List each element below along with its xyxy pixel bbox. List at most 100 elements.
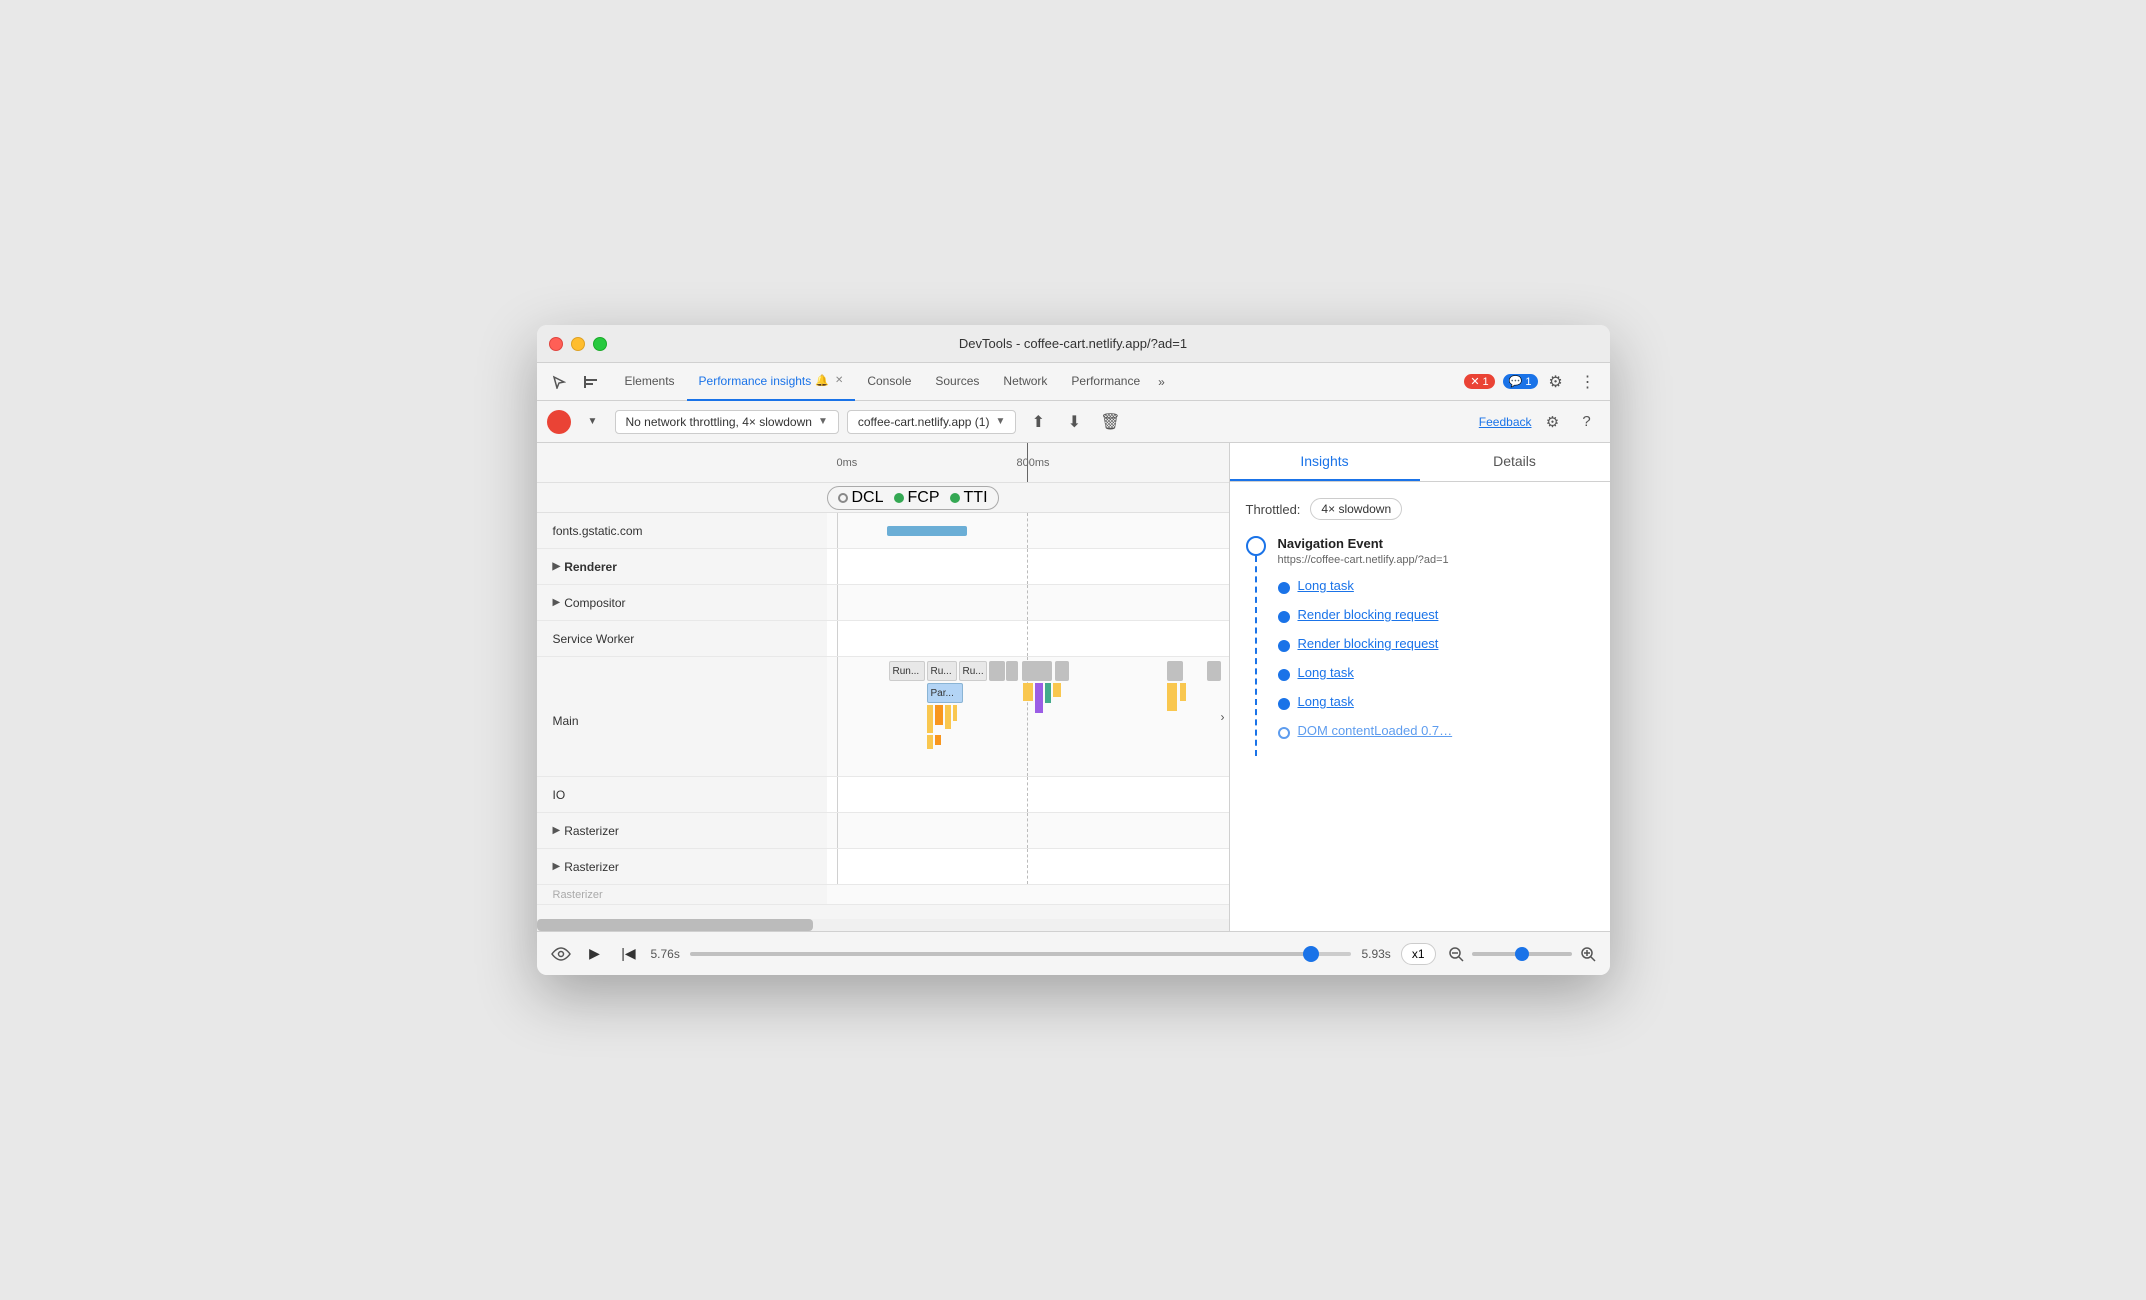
flame-right-1: [1167, 683, 1177, 711]
renderer-expand[interactable]: ▶: [553, 561, 561, 572]
vline-r2: [837, 849, 838, 884]
track-content-rasterizer-1[interactable]: [827, 813, 1229, 848]
tab-elements[interactable]: Elements: [613, 363, 687, 401]
gray-mid-1[interactable]: [1022, 661, 1052, 681]
minimize-button[interactable]: [571, 337, 585, 351]
insight-item-1: Render blocking request: [1278, 607, 1594, 626]
tab-bar: Elements Performance insights 🔔 ✕ Consol…: [537, 363, 1610, 401]
bottom-bar: ▶ |◀ 5.76s 5.93s x1: [537, 931, 1610, 975]
rasterizer-1-expand[interactable]: ▶: [553, 825, 561, 836]
tab-sources[interactable]: Sources: [923, 363, 991, 401]
run-bar-2[interactable]: Ru...: [927, 661, 957, 681]
run-bar-1[interactable]: Run...: [889, 661, 925, 681]
gray-right-2[interactable]: [1207, 661, 1221, 681]
zoom-in-icon[interactable]: [1578, 944, 1598, 964]
flame-4: [953, 705, 957, 721]
render-blocking-link-1[interactable]: Render blocking request: [1298, 607, 1439, 622]
tab-console[interactable]: Console: [855, 363, 923, 401]
dot-4: [1278, 698, 1290, 710]
zoom-controls: [1446, 944, 1598, 964]
insight-item-0: Long task: [1278, 578, 1594, 597]
scrollbar-thumb[interactable]: [537, 919, 814, 931]
info-badge[interactable]: 💬1: [1503, 374, 1538, 389]
more-tabs-button[interactable]: »: [1152, 375, 1171, 389]
flame-green: [1045, 683, 1051, 703]
gray-mid-2[interactable]: [1055, 661, 1069, 681]
delete-icon[interactable]: 🗑: [1096, 408, 1124, 436]
rasterizer-2-expand[interactable]: ▶: [553, 861, 561, 872]
gear-icon[interactable]: ⚙: [1540, 409, 1566, 435]
long-task-link-2[interactable]: Long task: [1298, 665, 1354, 680]
skip-to-start-button[interactable]: |◀: [617, 942, 641, 966]
tti-dot: [950, 493, 960, 503]
speed-badge[interactable]: x1: [1401, 943, 1436, 965]
parse-bar[interactable]: Par...: [927, 683, 963, 703]
tab-performance[interactable]: Performance: [1059, 363, 1152, 401]
tab-bar-right: ✕1 💬1 ⚙ ⋮: [1460, 368, 1601, 396]
flame-5: [927, 735, 933, 749]
more-options-icon[interactable]: ⋮: [1574, 368, 1602, 396]
track-label-compositor: ▶ Compositor: [537, 585, 827, 620]
cursor-icon[interactable]: [545, 368, 573, 396]
tab-bar-icons: [545, 368, 605, 396]
gray-bar-1[interactable]: [989, 661, 1005, 681]
dom-content-link[interactable]: DOM contentLoaded 0.7…: [1298, 723, 1453, 738]
long-task-link-1[interactable]: Long task: [1298, 578, 1354, 593]
toolbar: ▼ No network throttling, 4× slowdown ▼ c…: [537, 401, 1610, 443]
gray-bar-2[interactable]: [1006, 661, 1018, 681]
tab-network[interactable]: Network: [991, 363, 1059, 401]
eye-icon[interactable]: [549, 942, 573, 966]
render-blocking-link-2[interactable]: Render blocking request: [1298, 636, 1439, 651]
window-title: DevTools - coffee-cart.netlify.app/?ad=1: [959, 336, 1187, 351]
tab-close-icon[interactable]: ✕: [835, 375, 843, 386]
playhead-slider[interactable]: [690, 952, 1352, 956]
close-button[interactable]: [549, 337, 563, 351]
vline-dcl-io: [1027, 777, 1028, 812]
vline-dcl: [1027, 513, 1028, 548]
zoom-out-icon[interactable]: [1446, 944, 1466, 964]
track-content-fonts[interactable]: [827, 513, 1229, 548]
track-content-main[interactable]: Run... Ru... Ru... Par...: [827, 657, 1229, 776]
settings-icon[interactable]: ⚙: [1542, 368, 1570, 396]
track-content-compositor[interactable]: [827, 585, 1229, 620]
insight-item-2: Render blocking request: [1278, 636, 1594, 655]
time-markers: 0ms 800ms 1,600ms: [827, 443, 1229, 482]
track-content-renderer[interactable]: [827, 549, 1229, 584]
track-expand-right[interactable]: ›: [1221, 710, 1225, 724]
track-label-renderer: ▶ Renderer: [537, 549, 827, 584]
flame-6: [935, 735, 941, 745]
time-end: 5.93s: [1361, 947, 1390, 961]
error-badge[interactable]: ✕1: [1464, 374, 1494, 389]
tab-insights[interactable]: Insights: [1230, 443, 1420, 481]
throttle-dropdown[interactable]: No network throttling, 4× slowdown ▼: [615, 410, 839, 434]
track-content-io[interactable]: [827, 777, 1229, 812]
vline-io: [837, 777, 838, 812]
run-bar-3[interactable]: Ru...: [959, 661, 987, 681]
download-icon[interactable]: ⬇: [1060, 408, 1088, 436]
tab-details[interactable]: Details: [1420, 443, 1610, 481]
play-button[interactable]: ▶: [583, 942, 607, 966]
feedback-link[interactable]: Feedback: [1479, 415, 1532, 429]
track-content-rasterizer-2[interactable]: [827, 849, 1229, 884]
target-dropdown[interactable]: coffee-cart.netlify.app (1) ▼: [847, 410, 1017, 434]
record-button[interactable]: [547, 410, 571, 434]
insight-item-3: Long task: [1278, 665, 1594, 684]
throttle-badge[interactable]: 4× slowdown: [1310, 498, 1402, 520]
legend-items: DCL FCP TTI: [827, 486, 999, 510]
fullscreen-button[interactable]: [593, 337, 607, 351]
tracks-area[interactable]: fonts.gstatic.com ▶ Renderer: [537, 513, 1229, 917]
compositor-expand[interactable]: ▶: [553, 597, 561, 608]
zoom-slider[interactable]: [1472, 952, 1572, 956]
inspect-icon[interactable]: [577, 368, 605, 396]
flame-mid-2: [1053, 683, 1061, 697]
track-content-service-worker[interactable]: [827, 621, 1229, 656]
tab-performance-insights[interactable]: Performance insights 🔔 ✕: [687, 363, 856, 401]
horizontal-scrollbar[interactable]: [537, 919, 1229, 931]
help-icon[interactable]: ?: [1574, 409, 1600, 435]
long-task-link-3[interactable]: Long task: [1298, 694, 1354, 709]
gray-right-1[interactable]: [1167, 661, 1183, 681]
record-dropdown-arrow[interactable]: ▼: [579, 408, 607, 436]
track-content-rasterizer-3[interactable]: [827, 885, 1229, 904]
upload-icon[interactable]: ⬆: [1024, 408, 1052, 436]
insights-content[interactable]: Throttled: 4× slowdown Navigation Event …: [1230, 482, 1610, 931]
